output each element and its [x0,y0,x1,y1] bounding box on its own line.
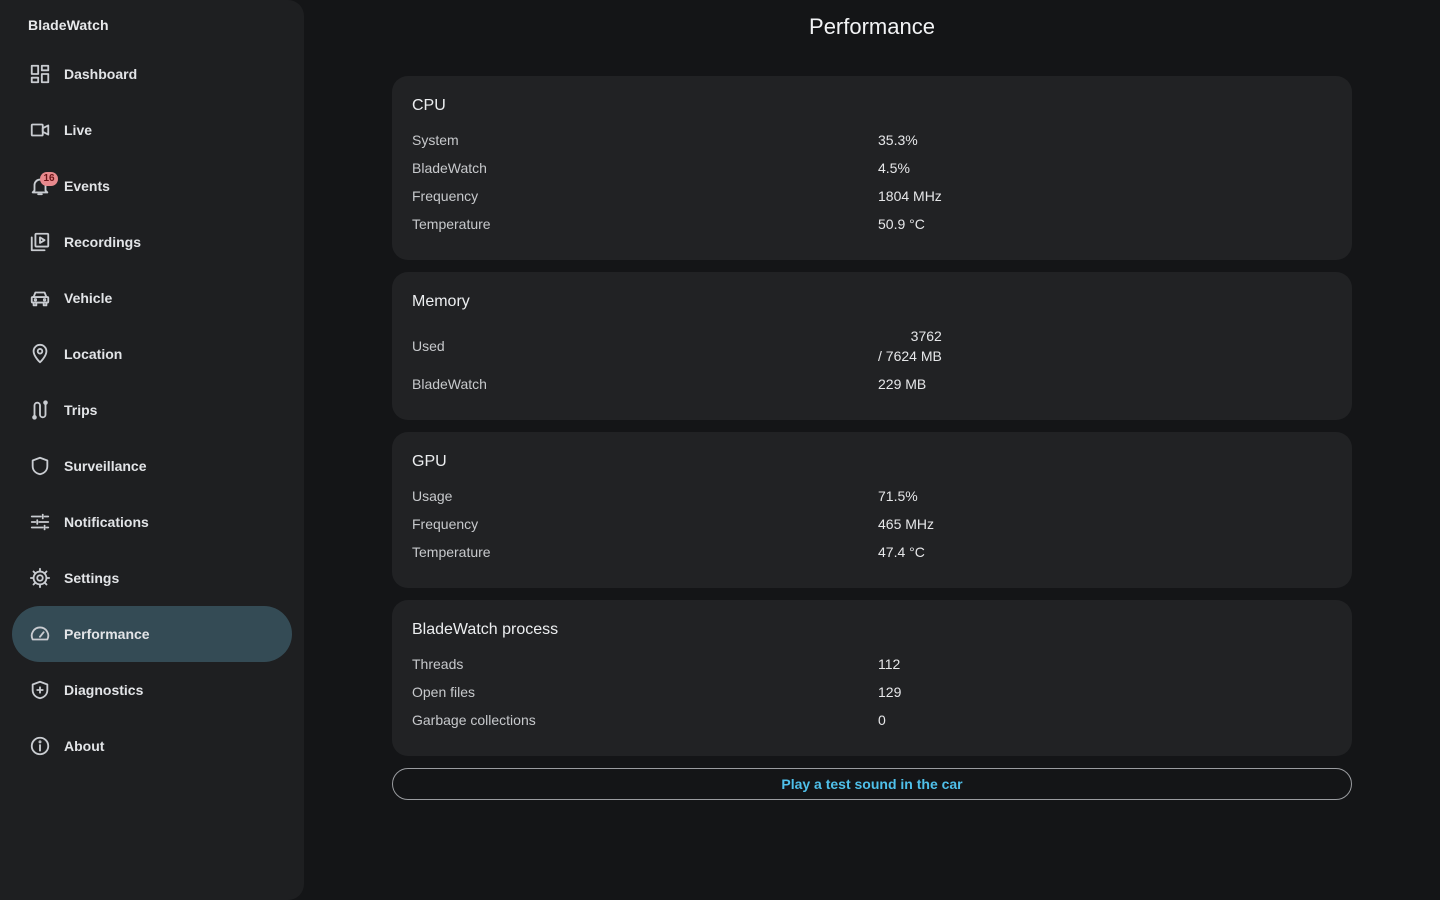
sidebar-item-about[interactable]: About [12,718,292,774]
stat-value: 47.4 °C [878,544,925,560]
stat-value: 112 [878,656,901,672]
stat-label: Garbage collections [412,712,536,728]
speedometer-icon [28,622,52,646]
stat-row: BladeWatch 4.5% [412,154,1332,182]
stat-value: 1804 MHz [878,188,942,204]
cpu-card-title: CPU [412,97,446,114]
cpu-card: CPU System 35.3% BladeWatch 4.5% Frequen… [392,76,1352,260]
stat-label: Threads [412,656,464,672]
stat-label: BladeWatch [412,376,487,392]
stat-row: Threads 112 [412,650,1332,678]
video-library-icon [28,230,52,254]
location-pin-icon [28,342,52,366]
sidebar-item-label: Notifications [64,514,149,530]
stat-value: 35.3% [878,132,918,148]
memory-card: Memory Used 3762 / 7624 MB BladeWatch 22… [392,272,1352,420]
stat-label: Open files [412,684,476,700]
stat-label: Temperature [412,216,491,232]
stat-value: 4.5% [878,160,910,176]
sidebar-item-settings[interactable]: Settings [12,550,292,606]
stat-row: Frequency 1804 MHz [412,182,1332,210]
sidebar-item-label: Recordings [64,234,142,250]
sidebar-item-events[interactable]: 16 Events [12,158,292,214]
events-count-badge: 16 [40,172,58,186]
stat-label: Usage [412,488,453,504]
sidebar-item-label: Dashboard [64,66,138,82]
stat-row: Temperature 47.4 °C [412,538,1332,566]
stat-label: Frequency [412,188,479,204]
stat-row: Temperature 50.9 °C [412,210,1332,238]
stat-row: Frequency 465 MHz [412,510,1332,538]
page-title: Performance [809,14,935,39]
process-card: BladeWatch process Threads 112 Open file… [392,600,1352,756]
dashboard-icon [28,62,52,86]
shield-icon [28,454,52,478]
stat-row: Garbage collections 0 [412,706,1332,734]
stat-row: Usage 71.5% [412,482,1332,510]
gpu-card-title: GPU [412,453,447,470]
route-icon [28,398,52,422]
sidebar-item-label: Performance [64,626,150,642]
play-test-sound-button[interactable]: Play a test sound in the car [392,768,1352,800]
sidebar-item-label: Events [64,178,110,194]
sidebar-item-location[interactable]: Location [12,326,292,382]
car-icon [28,286,52,310]
sidebar-item-label: Live [64,122,93,138]
sidebar-item-label: Settings [64,570,120,586]
sliders-icon [28,510,52,534]
stat-label: Temperature [412,544,491,560]
stat-label: Used [412,338,445,354]
sidebar-item-label: Vehicle [64,290,113,306]
sidebar-item-dashboard[interactable]: Dashboard [12,46,292,102]
stat-label: Frequency [412,516,479,532]
sidebar-item-live[interactable]: Live [12,102,292,158]
memory-used-value: 3762 / 7624 MB [878,326,942,366]
sidebar-item-notifications[interactable]: Notifications [12,494,292,550]
memory-card-title: Memory [412,293,470,310]
sidebar-item-label: Diagnostics [64,682,144,698]
memory-used-number: 3762 [910,328,942,344]
stat-value: 71.5% [878,488,918,504]
stat-value: 129 [878,684,902,700]
memory-total-number: / 7624 MB [878,348,942,364]
sidebar-nav: Dashboard Live 16 Events Recordings Vehi… [12,46,292,774]
sidebar-item-performance[interactable]: Performance [12,606,292,662]
sidebar-item-label: About [64,738,105,754]
performance-content: CPU System 35.3% BladeWatch 4.5% Frequen… [392,76,1352,768]
info-icon [28,734,52,758]
stat-row: System 35.3% [412,126,1332,154]
sidebar: BladeWatch Dashboard Live 16 Events Reco… [0,0,304,900]
shield-plus-icon [28,678,52,702]
gpu-card: GPU Usage 71.5% Frequency 465 MHz Temper… [392,432,1352,588]
stat-row: BladeWatch 229 MB [412,370,1332,398]
gear-icon [28,566,52,590]
stat-value: 229 MB [878,376,927,392]
sidebar-item-label: Location [64,346,123,362]
app-title: BladeWatch [28,17,109,33]
sidebar-item-recordings[interactable]: Recordings [12,214,292,270]
stat-row: Used 3762 / 7624 MB [412,322,1332,370]
stat-label: BladeWatch [412,160,487,176]
sidebar-item-vehicle[interactable]: Vehicle [12,270,292,326]
stat-label: System [412,132,459,148]
stat-row: Open files 129 [412,678,1332,706]
sidebar-item-surveillance[interactable]: Surveillance [12,438,292,494]
process-card-title: BladeWatch process [412,621,559,638]
sidebar-item-label: Trips [64,402,98,418]
stat-value: 50.9 °C [878,216,925,232]
video-camera-icon [28,118,52,142]
stat-value: 465 MHz [878,516,935,532]
sidebar-item-diagnostics[interactable]: Diagnostics [12,662,292,718]
sidebar-item-label: Surveillance [64,458,147,474]
stat-value: 0 [878,712,886,728]
sidebar-item-trips[interactable]: Trips [12,382,292,438]
